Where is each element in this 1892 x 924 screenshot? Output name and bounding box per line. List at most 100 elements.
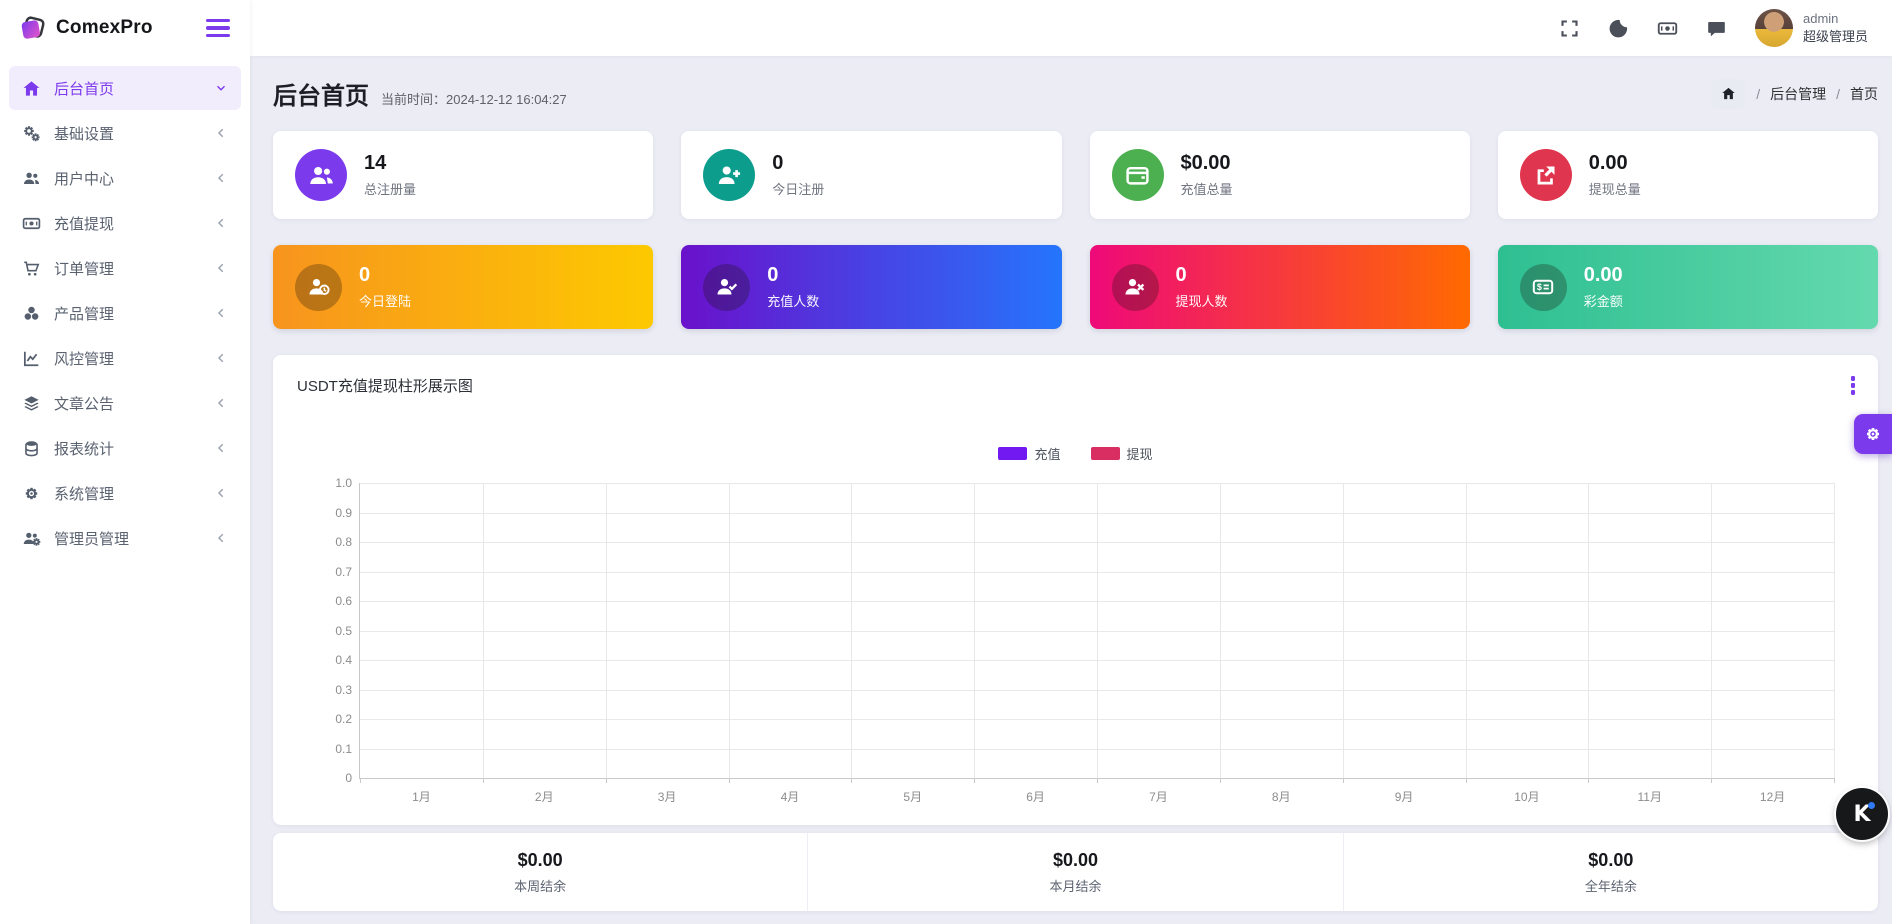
legend-item-提现[interactable]: 提现 <box>1091 444 1153 463</box>
sidebar-item-label: 系统管理 <box>54 483 201 504</box>
chart-gridline-v <box>974 483 975 778</box>
chart-gridline-v <box>1711 483 1712 778</box>
page-content: 后台首页 当前时间：2024-12-12 16:04:27 / 后台管理 / 首… <box>250 56 1892 924</box>
sidebar-item-label: 报表统计 <box>54 438 201 459</box>
chat-icon[interactable] <box>1706 18 1727 39</box>
sidebar-item-label: 管理员管理 <box>54 528 201 549</box>
y-axis-tick-label: 0.4 <box>312 653 352 667</box>
y-axis-tick-label: 0.6 <box>312 594 352 608</box>
stat-label: 提现人数 <box>1176 291 1228 310</box>
x-axis-tick <box>851 778 852 783</box>
stat-value: 0 <box>772 152 824 175</box>
chart-gridline-v <box>851 483 852 778</box>
sidebar-menu: 后台首页基础设置用户中心充值提现订单管理产品管理风控管理文章公告报表统计系统管理… <box>0 56 250 571</box>
chart-gridline-v <box>1343 483 1344 778</box>
sidebar-item-后台首页[interactable]: 后台首页 <box>9 66 241 110</box>
user-menu[interactable]: admin 超级管理员 <box>1755 9 1868 47</box>
sidebar-item-充值提现[interactable]: 充值提现 <box>9 201 241 245</box>
legend-label: 充值 <box>1034 444 1060 463</box>
time-value: 2024-12-12 16:04:27 <box>446 92 567 107</box>
breadcrumb: / 后台管理 / 首页 <box>1710 79 1878 109</box>
sidebar-item-用户中心[interactable]: 用户中心 <box>9 156 241 200</box>
app-name: ComexPro <box>56 17 153 39</box>
chart-gridline-v <box>483 483 484 778</box>
stat-card-充值总量[interactable]: $0.00充值总量 <box>1090 131 1470 219</box>
x-axis-tick <box>360 778 361 783</box>
x-axis-tick <box>1834 778 1835 783</box>
x-axis-tick <box>1588 778 1589 783</box>
chart-gridline-v <box>729 483 730 778</box>
breadcrumb-link-home[interactable]: 首页 <box>1850 84 1878 104</box>
sidebar-item-系统管理[interactable]: 系统管理 <box>9 471 241 515</box>
page-title: 后台首页 <box>273 76 369 111</box>
svg-text:$: $ <box>1537 282 1542 292</box>
external-link-icon <box>1520 149 1572 201</box>
fullscreen-icon[interactable] <box>1559 18 1580 39</box>
x-axis-tick <box>1220 778 1221 783</box>
chart-plot-wrap: 00.10.20.30.40.50.60.70.80.91.01月2月3月4月5… <box>309 477 1844 817</box>
stat-card-今日注册[interactable]: 0 今日注册 <box>681 131 1061 219</box>
sidebar-item-订单管理[interactable]: 订单管理 <box>9 246 241 290</box>
kebab-menu-icon[interactable] <box>1848 373 1859 398</box>
sidebar-item-产品管理[interactable]: 产品管理 <box>9 291 241 335</box>
x-axis-tick-label: 10月 <box>1514 788 1539 805</box>
stat-label: 今日登陆 <box>359 291 411 310</box>
stat-card-彩金额[interactable]: $0.00彩金额 <box>1498 245 1878 329</box>
user-clock-icon <box>295 264 342 311</box>
money-icon[interactable] <box>1657 18 1678 39</box>
chevron-left-icon <box>214 306 228 320</box>
users-icon <box>22 169 41 188</box>
hamburger-menu-icon[interactable] <box>206 19 230 37</box>
sidebar-item-报表统计[interactable]: 报表统计 <box>9 426 241 470</box>
chevron-left-icon <box>214 486 228 500</box>
legend-swatch <box>998 447 1027 460</box>
sidebar-item-风控管理[interactable]: 风控管理 <box>9 336 241 380</box>
y-axis-tick-label: 0 <box>312 771 352 785</box>
stat-card-提现总量[interactable]: 0.00提现总量 <box>1498 131 1878 219</box>
sidebar-item-管理员管理[interactable]: 管理员管理 <box>9 516 241 560</box>
sidebar: ComexPro 后台首页基础设置用户中心充值提现订单管理产品管理风控管理文章公… <box>0 0 250 924</box>
breadcrumb-link-admin[interactable]: 后台管理 <box>1770 84 1826 104</box>
products-icon <box>22 304 41 323</box>
stat-card-充值人数[interactable]: 0充值人数 <box>681 245 1061 329</box>
stat-card-提现人数[interactable]: 0提现人数 <box>1090 245 1470 329</box>
settings-gear-button[interactable] <box>1854 414 1892 454</box>
sidebar-item-文章公告[interactable]: 文章公告 <box>9 381 241 425</box>
x-axis-tick <box>974 778 975 783</box>
chart-gridline-v <box>1220 483 1221 778</box>
summary-card: $0.00本周结余$0.00本月结余$0.00全年结余 <box>273 833 1878 911</box>
admins-icon <box>22 529 41 548</box>
brand-badge[interactable]: K <box>1836 788 1888 840</box>
stat-label: 充值总量 <box>1181 179 1233 198</box>
app-logo[interactable]: ComexPro <box>18 13 153 43</box>
main-area: admin 超级管理员 后台首页 当前时间：2024-12-12 16:04:2… <box>250 0 1892 924</box>
y-axis-tick-label: 1.0 <box>312 476 352 490</box>
sidebar-item-label: 用户中心 <box>54 168 201 189</box>
x-axis-tick-label: 4月 <box>781 788 800 805</box>
cart-icon <box>22 259 41 278</box>
dark-mode-moon-icon[interactable] <box>1608 18 1629 39</box>
chevron-left-icon <box>214 261 228 275</box>
stat-label: 总注册量 <box>364 179 416 198</box>
sidebar-item-label: 充值提现 <box>54 213 201 234</box>
x-axis-tick <box>483 778 484 783</box>
sidebar-item-label: 产品管理 <box>54 303 201 324</box>
breadcrumb-home-icon[interactable] <box>1710 79 1746 109</box>
legend-label: 提现 <box>1127 444 1153 463</box>
legend-item-充值[interactable]: 充值 <box>998 444 1060 463</box>
user-name: admin <box>1803 10 1868 28</box>
chart-gridline-v <box>606 483 607 778</box>
stat-card-总注册量[interactable]: 14总注册量 <box>273 131 653 219</box>
sidebar-item-label: 后台首页 <box>54 78 201 99</box>
chevron-left-icon <box>214 126 228 140</box>
chevron-left-icon <box>214 351 228 365</box>
sidebar-item-基础设置[interactable]: 基础设置 <box>9 111 241 155</box>
stat-label: 今日注册 <box>772 179 824 198</box>
stat-value: 0 <box>359 264 411 287</box>
stat-value: 0.00 <box>1589 152 1641 175</box>
x-axis-tick <box>1711 778 1712 783</box>
x-axis-tick-label: 11月 <box>1638 788 1662 805</box>
x-axis-tick-label: 8月 <box>1272 788 1291 805</box>
chart-card: USDT充值提现柱形展示图 充值提现 00.10.20.30.40.50.60.… <box>273 355 1878 825</box>
stat-card-今日登陆[interactable]: 0 今日登陆 <box>273 245 653 329</box>
